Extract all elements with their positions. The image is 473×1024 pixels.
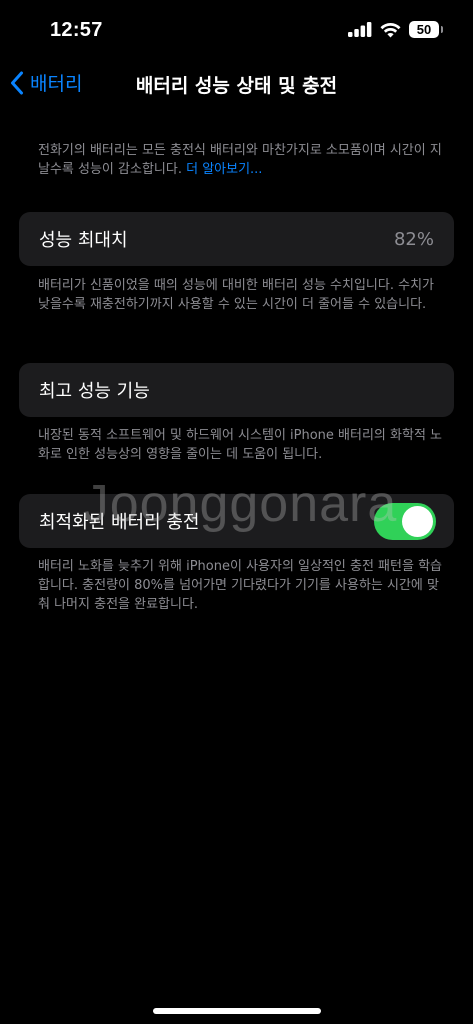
toggle-knob [402,505,433,537]
peak-performance-cell[interactable]: 최고 성능 기능 [19,363,454,417]
optimized-charging-cell: 최적화된 배터리 충전 [19,494,454,548]
home-indicator[interactable] [153,1008,321,1014]
max-capacity-footnote: 배터리가 신품이었을 때의 성능에 대비한 배터리 성능 수치입니다. 수치가 … [38,278,434,312]
battery-level: 50 [416,22,432,37]
cellular-signal-icon [348,22,372,37]
max-capacity-cell: 성능 최대치 82% [19,212,454,266]
optimized-charging-footnote: 배터리 노화를 늦추기 위해 iPhone이 사용자의 일상적인 충전 패턴을 … [38,559,442,612]
intro-text: 전화기의 배터리는 모든 충전식 배터리와 마찬가지로 소모품이며 시간이 지날… [38,141,443,179]
page-title: 배터리 성능 상태 및 충전 [135,75,338,97]
peak-performance-label: 최고 성능 기능 [39,381,150,402]
wifi-icon [380,22,401,37]
battery-icon: 50 [409,21,443,38]
status-icons: 50 [348,21,443,38]
status-time: 12:57 [50,19,103,41]
status-bar: 12:57 50 [0,0,473,62]
optimized-charging-label: 최적화된 배터리 충전 [39,512,200,533]
max-capacity-value: 82% [393,228,434,250]
learn-more-link[interactable]: 더 알아보기... [186,162,262,177]
navigation-bar: 배터리 배터리 성능 상태 및 충전 [0,62,473,106]
max-capacity-label: 성능 최대치 [39,230,128,251]
optimized-charging-toggle[interactable] [374,502,436,540]
peak-performance-footnote: 내장된 동적 소프트웨어 및 하드웨어 시스템이 iPhone 배터리의 화학적… [38,428,442,462]
